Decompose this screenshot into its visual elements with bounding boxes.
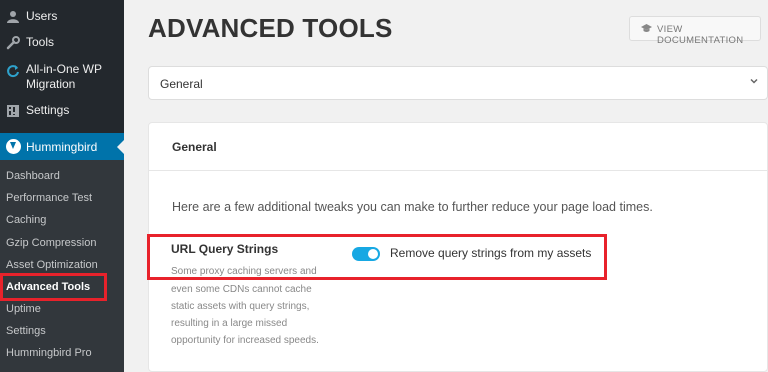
submenu-item-hummingbird-pro[interactable]: Hummingbird Pro <box>6 347 92 359</box>
sidebar-item-label: Tools <box>26 35 55 49</box>
refresh-icon <box>6 64 20 78</box>
page-title: ADVANCED TOOLS <box>148 13 393 43</box>
submenu-item-performance-test[interactable]: Performance Test <box>6 192 92 204</box>
setting-description-line: Some proxy caching servers and <box>171 266 317 277</box>
current-menu-arrow <box>117 140 124 154</box>
sidebar-item-label: Users <box>26 9 58 23</box>
settings-icon <box>6 104 20 118</box>
admin-sidebar: Users Tools All-in-One WP Migration Sett… <box>0 0 124 372</box>
toggle-knob <box>368 249 378 259</box>
setting-description-line: static assets with query strings, <box>171 301 310 312</box>
section-select[interactable]: General <box>148 66 768 100</box>
remove-query-strings-toggle[interactable] <box>352 247 380 261</box>
panel-header: General <box>149 123 768 171</box>
sidebar-item-label: Hummingbird <box>26 140 98 154</box>
submenu-item-asset-optimization[interactable]: Asset Optimization <box>6 259 98 271</box>
sidebar-item-label: All-in-One WP Migration <box>26 62 102 91</box>
setting-description-line: opportunity for increased speeds. <box>171 335 319 346</box>
view-documentation-button[interactable]: VIEW DOCUMENTATION <box>629 16 761 46</box>
sidebar-item-settings[interactable]: Settings <box>0 103 124 121</box>
hummingbird-submenu: Dashboard Performance Test Caching Gzip … <box>0 160 124 372</box>
sidebar-item-users[interactable]: Users <box>0 9 124 27</box>
user-icon <box>6 10 20 24</box>
submenu-item-caching[interactable]: Caching <box>6 214 46 226</box>
graduation-cap-icon <box>641 24 652 35</box>
wrench-icon <box>6 36 20 50</box>
submenu-item-dashboard[interactable]: Dashboard <box>6 170 60 182</box>
panel-intro-text: Here are a few additional tweaks you can… <box>172 200 653 214</box>
section-select-value: General <box>160 77 203 91</box>
submenu-item-gzip-compression[interactable]: Gzip Compression <box>6 237 96 249</box>
panel-title: General <box>172 140 217 154</box>
setting-description-line: even some CDNs cannot cache <box>171 284 312 295</box>
sidebar-item-hummingbird[interactable]: Hummingbird <box>0 133 124 160</box>
remove-query-strings-label[interactable]: Remove query strings from my assets <box>390 246 591 260</box>
sidebar-item-all-in-one-wp-migration[interactable]: All-in-One WP Migration <box>0 62 124 94</box>
sidebar-item-tools[interactable]: Tools <box>0 35 124 53</box>
submenu-item-uptime[interactable]: Uptime <box>6 303 41 315</box>
sidebar-item-label: Settings <box>26 103 70 117</box>
chevron-down-icon <box>749 76 759 89</box>
setting-title: URL Query Strings <box>171 242 279 256</box>
view-documentation-label: VIEW DOCUMENTATION <box>657 24 744 46</box>
hummingbird-icon <box>6 139 21 154</box>
setting-description-line: resulting in a large missed <box>171 318 288 329</box>
highlight-box-advanced-tools <box>0 273 107 301</box>
submenu-item-settings[interactable]: Settings <box>6 325 46 337</box>
